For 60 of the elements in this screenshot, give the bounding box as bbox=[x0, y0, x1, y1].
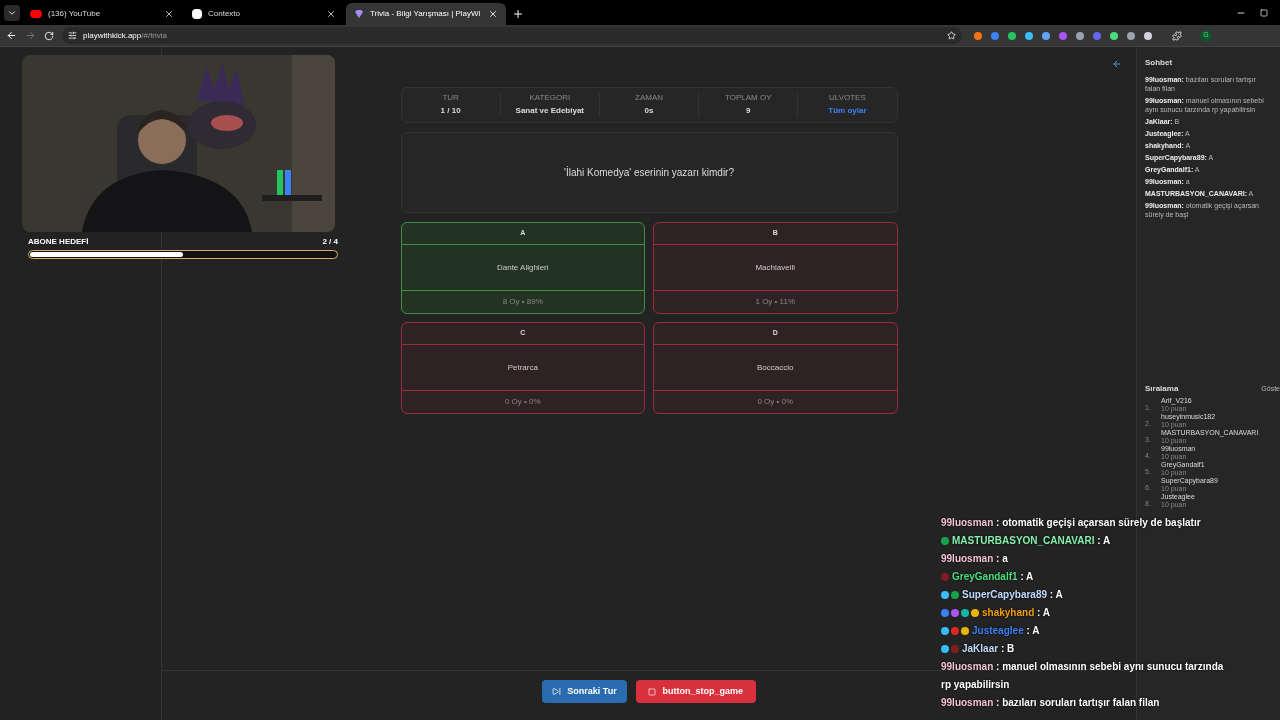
forward-icon[interactable] bbox=[25, 30, 36, 41]
stat-value: 0s bbox=[644, 105, 654, 117]
chat-message: MASTURBASYON_CANAVARI : A bbox=[952, 534, 1111, 548]
stat-value: Sanat ve Edebiyat bbox=[515, 105, 585, 117]
tab-title: Trivia - Bilgi Yarışması | PlayWi bbox=[370, 8, 482, 20]
stat-value: 9 bbox=[746, 105, 751, 117]
chat-message: shakyhand : A bbox=[982, 606, 1050, 620]
close-icon[interactable] bbox=[164, 9, 174, 19]
question-text: 'İlahi Komedya' eserinin yazarı kimdir? bbox=[564, 165, 734, 180]
answer-text: Dante Alighieri bbox=[496, 261, 549, 274]
tab-title: Contexto bbox=[208, 8, 242, 20]
chat-message: 99luosman : manuel olmasının sebebi aynı sunucu tarzında rp yapabilirsin bbox=[941, 660, 1225, 692]
vote-count: 0 Oy • 0% bbox=[757, 396, 794, 408]
answer-text: Petrarca bbox=[507, 361, 538, 374]
app-icon bbox=[192, 9, 202, 19]
youtube-icon bbox=[30, 10, 42, 18]
close-icon[interactable] bbox=[326, 9, 336, 19]
tab-list-button[interactable] bbox=[4, 5, 20, 21]
goal-label: ABONE HEDEFİ bbox=[28, 236, 89, 248]
chat-message: GreyGandalf1 : A bbox=[952, 570, 1034, 584]
vote-count: 8 Oy • 89% bbox=[502, 296, 543, 308]
new-tab-icon[interactable] bbox=[512, 8, 524, 20]
next-round-button[interactable]: Sonraki Tur bbox=[542, 680, 627, 703]
stat-label: ZAMAN bbox=[635, 93, 663, 102]
chat-message: 99luosman : bazıları soruları tartışır falan filan bbox=[941, 696, 1160, 710]
chat-message: 99luosman : a bbox=[941, 552, 1008, 566]
chat-message: SuperCapybara89 : A bbox=[962, 588, 1063, 602]
stat-label: KATEGORI bbox=[529, 93, 571, 102]
answer-text: Boccaccio bbox=[757, 361, 794, 374]
tab-title: (136) YouTube bbox=[48, 8, 102, 20]
browser-tab[interactable]: Trivia - Bilgi Yarışması | PlayWi bbox=[346, 3, 506, 25]
stat-label: ULVOTES bbox=[829, 93, 866, 102]
diamond-icon bbox=[354, 9, 364, 19]
stat-label: TUR bbox=[442, 93, 459, 102]
answer-text: Machiavelli bbox=[755, 261, 796, 274]
stat-value: 1 / 10 bbox=[440, 105, 461, 117]
vote-count: 0 Oy • 0% bbox=[504, 396, 541, 408]
chevron-down-icon bbox=[7, 8, 17, 18]
reload-icon[interactable] bbox=[44, 30, 54, 41]
extensions-icon[interactable] bbox=[1172, 30, 1182, 41]
address-field[interactable]: playwithkick.app/#/trivia bbox=[62, 27, 962, 44]
back-arrow-icon[interactable] bbox=[1112, 59, 1122, 69]
panel-title: Sıralama bbox=[1145, 383, 1179, 395]
chat-message: JaKlaar : B bbox=[962, 642, 1015, 656]
restore-icon[interactable] bbox=[1260, 9, 1268, 17]
close-icon[interactable] bbox=[488, 9, 498, 19]
stat-label: TOPLAM OY bbox=[724, 93, 772, 102]
stop-icon bbox=[648, 687, 657, 696]
goal-count: 2 / 4 bbox=[322, 236, 338, 248]
url-text: playwithkick.app/#/trivia bbox=[83, 29, 169, 42]
chat-message: 99luosman : otomatik geçişi açarsan sürely de başlatır bbox=[941, 516, 1201, 530]
panel-title: Sohbet bbox=[1145, 57, 1174, 69]
stat-link[interactable]: Tüm oylar bbox=[828, 105, 867, 117]
chat-message: Justeaglee : A bbox=[972, 624, 1040, 638]
skip-icon bbox=[552, 687, 562, 696]
back-icon[interactable] bbox=[6, 30, 17, 41]
site-settings-icon[interactable] bbox=[68, 31, 77, 40]
vote-count: 1 Oy • 11% bbox=[755, 296, 796, 308]
stop-game-button[interactable]: button_stop_game bbox=[635, 680, 756, 703]
bookmark-icon[interactable] bbox=[947, 31, 956, 40]
